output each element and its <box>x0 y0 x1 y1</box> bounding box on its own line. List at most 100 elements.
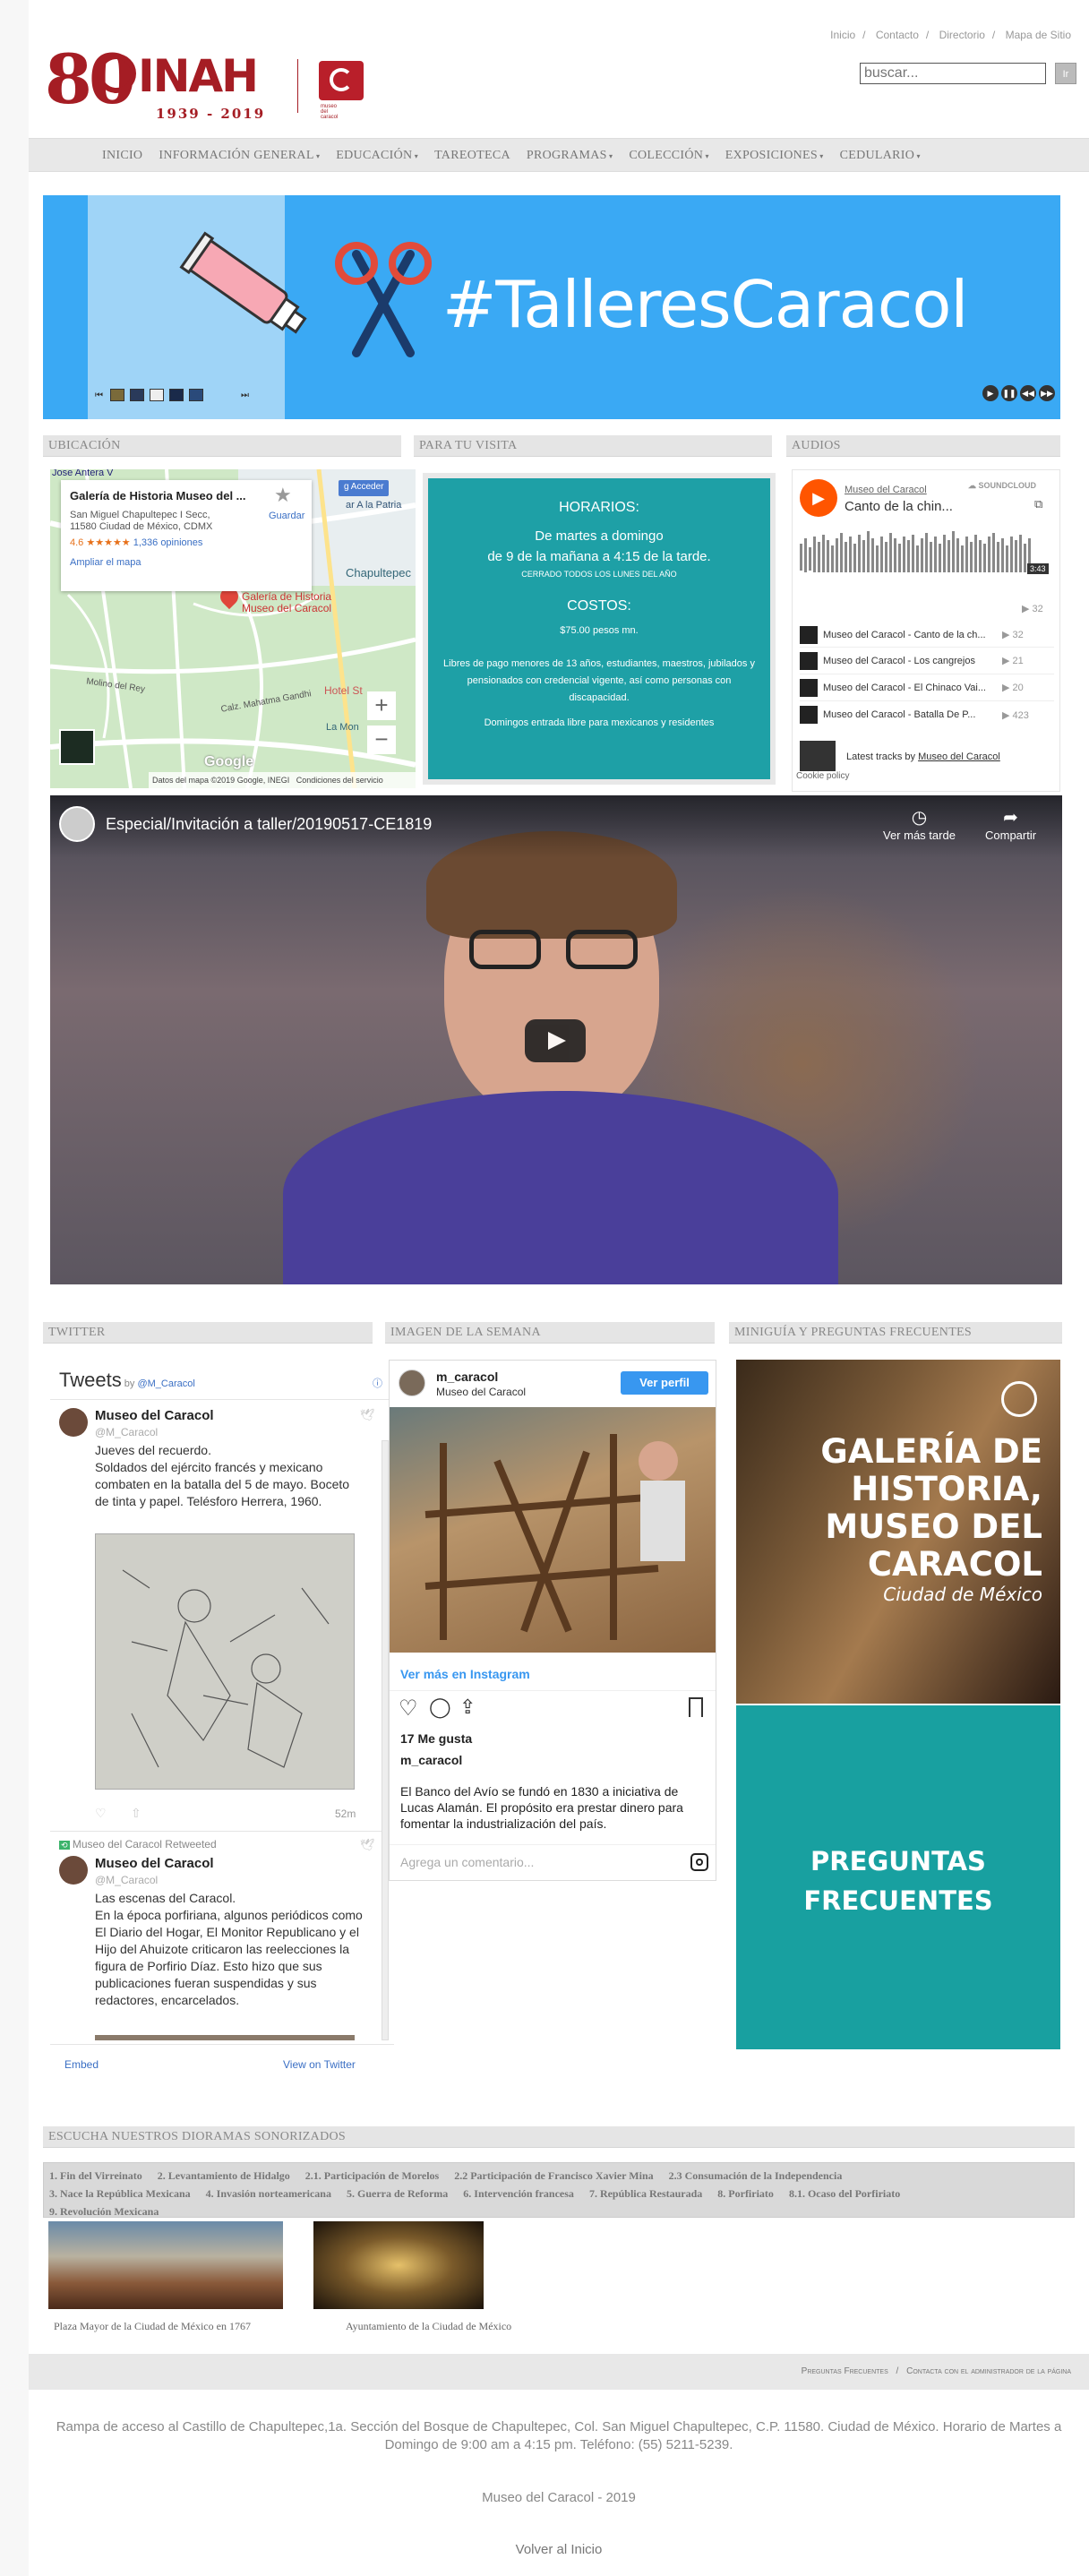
hours-line-2: de 9 de la mañana a 4:15 de la tarde. <box>487 549 711 564</box>
channel-avatar[interactable] <box>59 806 95 842</box>
ig-caption-user[interactable]: m_caracol <box>400 1753 462 1767</box>
track-item[interactable]: Museo del Caracol - Los cangrejos ▶ 21 <box>800 648 1054 674</box>
hero-slider[interactable]: #TalleresCaracol ⏮ ⏭ ▶ ❚❚ ◀◀ ▶▶ <box>43 195 1060 419</box>
audio-user[interactable]: Museo del Caracol <box>845 485 927 495</box>
diorama-tab[interactable]: 3. Nace la República Mexicana <box>49 2187 191 2200</box>
acceder-button[interactable]: g Acceder <box>339 480 390 496</box>
footer-link-contact[interactable]: Contacta con el administrador de la pági… <box>906 2366 1071 2376</box>
diorama-tab[interactable]: 7. República Restaurada <box>589 2187 702 2200</box>
nav-coleccion[interactable]: COLECCIÓN ▾ <box>629 149 708 163</box>
diorama-tab[interactable]: 2.2 Participación de Francisco Xavier Mi… <box>454 2169 653 2182</box>
faq-banner[interactable]: PREGUNTAS FRECUENTES <box>736 1705 1060 2049</box>
place-address: San Miguel Chapultepec I Secc, 11580 Ciud… <box>70 510 213 532</box>
diorama-tab[interactable]: 1. Fin del Virreinato <box>49 2169 142 2182</box>
inah-logo[interactable]: 80 INAH 1939 - 2019 museo del caracol <box>45 39 364 134</box>
zoom-out-button[interactable]: − <box>367 726 396 754</box>
rewind-icon[interactable]: ◀◀ <box>1020 385 1036 401</box>
back-to-top-link[interactable]: Volver al Inicio <box>29 2542 1089 2557</box>
slide-thumb[interactable] <box>189 389 203 401</box>
comment-icon[interactable]: ◯ <box>429 1696 451 1719</box>
top-link-mapa[interactable]: Mapa de Sitio <box>1006 29 1071 41</box>
search-input[interactable] <box>860 63 1046 84</box>
scissors-icon <box>335 242 432 357</box>
twitter-handle-link[interactable]: @M_Caracol <box>137 1378 194 1389</box>
top-link-directorio[interactable]: Directorio <box>939 29 985 41</box>
star-icon[interactable]: ★ <box>274 484 292 507</box>
instagram-icon[interactable] <box>690 1853 708 1871</box>
diorama-tab[interactable]: 2. Levantamiento de Hidalgo <box>158 2169 290 2182</box>
expand-map-link[interactable]: Ampliar el mapa <box>70 557 303 568</box>
ver-mas-instagram-link[interactable]: Ver más en Instagram <box>400 1667 530 1681</box>
diorama-tab[interactable]: 5. Guerra de Reforma <box>347 2187 448 2200</box>
share-icon[interactable]: ⧉ <box>1034 497 1042 511</box>
track-item[interactable]: Museo del Caracol - El Chinaco Vai... ▶ … <box>800 674 1054 701</box>
scrollbar[interactable] <box>382 1440 389 2040</box>
diorama-tab[interactable]: 4. Invasión norteamericana <box>206 2187 331 2200</box>
like-icon[interactable]: ♡ <box>95 1806 107 1821</box>
top-link-contacto[interactable]: Contacto <box>876 29 919 41</box>
diorama-tab[interactable]: 8.1. Ocaso del Porfiriato <box>789 2187 900 2200</box>
slide-thumb[interactable] <box>169 389 184 401</box>
section-ubicacion: UBICACIÓN <box>43 435 401 457</box>
waveform[interactable] <box>800 528 1054 583</box>
view-on-twitter-link[interactable]: View on Twitter <box>283 2058 356 2071</box>
tweet-time[interactable]: 52m <box>335 1807 356 1820</box>
prev-icon[interactable]: ⏮ <box>95 391 103 400</box>
slide-thumb[interactable] <box>110 389 124 401</box>
ig-username[interactable]: m_caracol <box>436 1370 498 1384</box>
play-button[interactable]: ▶ <box>800 479 837 517</box>
share-button[interactable]: ➦ Compartir <box>985 806 1036 842</box>
diorama-tab[interactable]: 2.1. Participación de Morelos <box>305 2169 439 2182</box>
cookie-policy-link[interactable]: Cookie policy <box>796 771 849 781</box>
pause-icon[interactable]: ❚❚ <box>1001 385 1017 401</box>
diorama-tab[interactable]: 9. Revolución Mexicana <box>49 2205 159 2218</box>
nav-programas[interactable]: PROGRAMAS ▾ <box>527 149 613 163</box>
video-title[interactable]: Especial/Invitación a taller/20190517-CE… <box>106 815 432 834</box>
latest-user-link[interactable]: Museo del Caracol <box>918 751 1000 762</box>
nav-tareoteca[interactable]: TAREOTECA <box>434 149 510 163</box>
reviews-link[interactable]: 1,336 opiniones <box>133 537 203 548</box>
audio-track: Canto de la chin... <box>845 499 953 514</box>
track-item[interactable]: Museo del Caracol - Batalla De P... ▶ 42… <box>800 701 1054 728</box>
ig-comment-input[interactable]: Agrega un comentario... <box>400 1855 534 1869</box>
nav-informacion-general[interactable]: INFORMACIÓN GENERAL ▾ <box>159 149 320 163</box>
diorama-tab[interactable]: 8. Porfiriato <box>717 2187 774 2200</box>
diorama-image-2[interactable] <box>313 2221 484 2309</box>
youtube-video[interactable]: Especial/Invitación a taller/20190517-CE… <box>50 795 1062 1284</box>
satellite-toggle[interactable] <box>59 729 95 765</box>
google-map[interactable]: Jose Antera V ar A la Patria Chapultepec… <box>50 469 416 788</box>
share-icon[interactable]: ⇪ <box>459 1696 476 1719</box>
save-place-link[interactable]: Guardar <box>269 511 304 521</box>
next-icon[interactable]: ⏭ <box>241 391 249 400</box>
share-icon[interactable]: ⇧ <box>131 1806 141 1821</box>
slide-thumb[interactable] <box>150 389 164 401</box>
latest-avatar <box>800 741 836 771</box>
youtube-play-icon[interactable] <box>525 1019 586 1062</box>
footer-link-faq[interactable]: Preguntas Frecuentes <box>802 2366 888 2376</box>
miniguia-banner[interactable]: GALERÍA DE HISTORIA, MUSEO DEL CARACOL Ciud… <box>736 1360 1060 1704</box>
bookmark-icon[interactable] <box>689 1697 703 1717</box>
zoom-in-button[interactable]: + <box>367 691 396 720</box>
ig-post-image[interactable] <box>390 1407 716 1653</box>
heart-icon[interactable]: ♡ <box>399 1696 418 1722</box>
track-item[interactable]: Museo del Caracol - Canto de la ch... ▶ … <box>800 623 1054 648</box>
diorama-tab[interactable]: 6. Intervención francesa <box>463 2187 574 2200</box>
nav-cedulario[interactable]: CEDULARIO ▾ <box>840 149 921 163</box>
embed-link[interactable]: Embed <box>64 2058 99 2071</box>
forward-icon[interactable]: ▶▶ <box>1039 385 1055 401</box>
slide-thumb[interactable] <box>130 389 144 401</box>
diorama-tab[interactable]: 2.3 Consumación de la Independencia <box>669 2169 843 2182</box>
nav-inicio[interactable]: INICIO <box>102 149 142 163</box>
watch-later-button[interactable]: ◷ Ver más tarde <box>883 806 956 842</box>
ig-avatar[interactable] <box>399 1370 425 1396</box>
tweet-image[interactable] <box>95 1533 355 1790</box>
terms-link[interactable]: Condiciones del servicio <box>296 776 383 785</box>
search-button[interactable]: Ir <box>1055 63 1076 84</box>
info-icon[interactable]: ⓘ <box>373 1376 382 1390</box>
play-icon[interactable]: ▶ <box>982 385 999 401</box>
nav-educacion[interactable]: EDUCACIÓN ▾ <box>336 149 418 163</box>
top-link-inicio[interactable]: Inicio <box>830 29 855 41</box>
diorama-image-1[interactable] <box>48 2221 283 2309</box>
ver-perfil-button[interactable]: Ver perfil <box>621 1371 708 1395</box>
nav-exposiciones[interactable]: EXPOSICIONES ▾ <box>725 149 824 163</box>
